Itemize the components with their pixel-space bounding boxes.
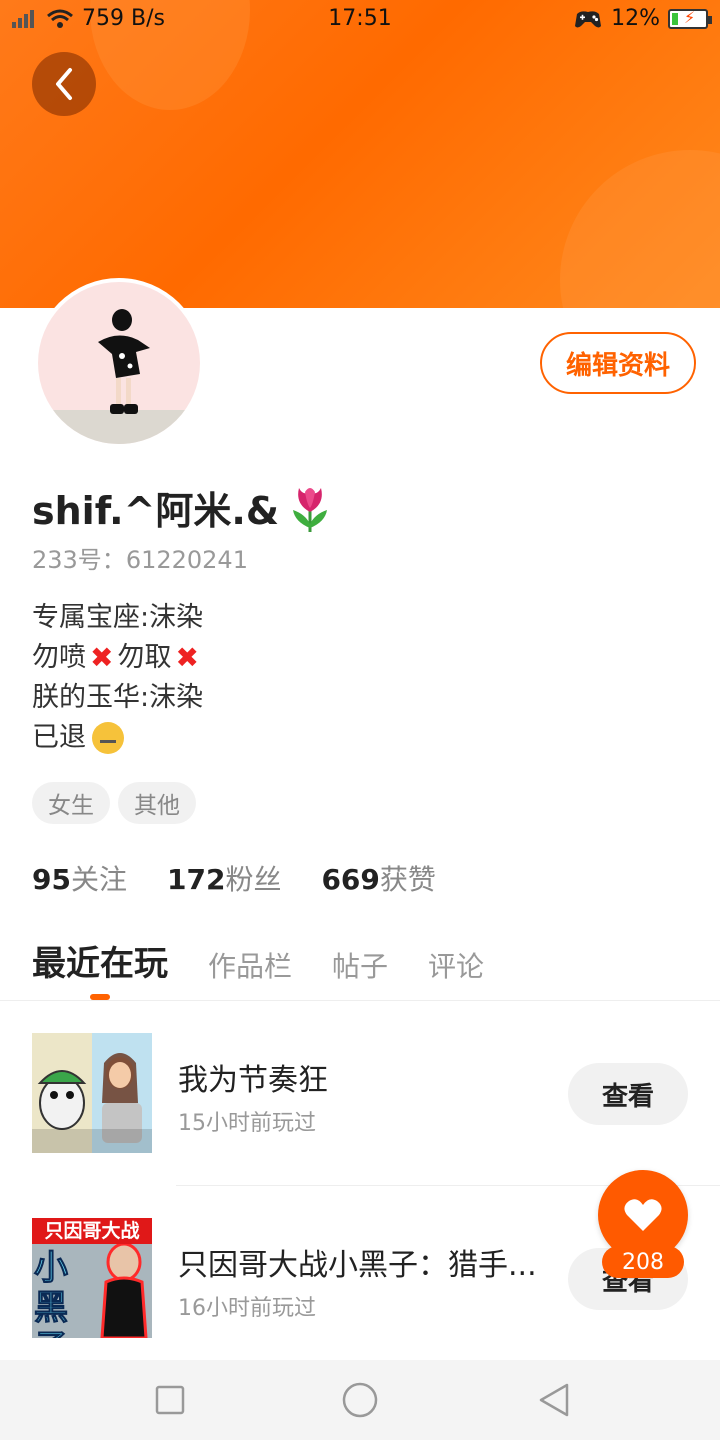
profile-banner	[0, 0, 720, 308]
gamepad-icon	[575, 10, 602, 28]
bio-text: 勿取	[117, 642, 172, 673]
view-button[interactable]: 查看	[568, 1063, 688, 1125]
status-bar: 759 B/s 17:51 12% ⚡	[0, 0, 720, 40]
avatar-figure	[98, 309, 150, 414]
bio-text: 朕的玉华:沫染	[32, 682, 204, 713]
banner-decoration	[560, 150, 720, 308]
bio-line: 已退	[32, 718, 203, 758]
divider	[0, 1000, 720, 1001]
profile-name-row: shif.^阿米.&	[32, 480, 335, 535]
user-id-row: 233号：61220241	[32, 540, 248, 575]
stat-label: 粉丝	[225, 863, 282, 896]
thumbnail-caption: 只因哥大战	[32, 1218, 152, 1244]
recent-apps-button[interactable]	[150, 1380, 190, 1420]
zipper-mouth-face-icon	[92, 722, 124, 754]
profile-name: shif.^阿米.&	[32, 489, 280, 533]
list-item[interactable]: 我为节奏狂 15小时前玩过 查看	[32, 1033, 688, 1153]
bio-line: 勿喷 ✖ 勿取 ✖	[32, 638, 203, 678]
nav-back-button[interactable]	[534, 1380, 574, 1420]
tab-posts[interactable]: 帖子	[332, 945, 388, 985]
square-icon	[155, 1385, 185, 1415]
bio-text: 勿喷	[32, 642, 86, 673]
game-title: 只因哥大战小黑子：猎手...	[178, 1248, 537, 1283]
game-thumbnail	[32, 1033, 152, 1153]
edit-profile-button[interactable]: 编辑资料	[540, 332, 696, 394]
tulip-icon	[293, 487, 328, 532]
stat-following[interactable]: 95关注	[32, 858, 127, 898]
stat-label: 获赞	[379, 863, 436, 896]
profile-tags: 女生 其他	[32, 782, 196, 824]
game-title: 我为节奏狂	[178, 1063, 328, 1098]
user-id: 61220241	[125, 546, 248, 574]
avatar[interactable]	[34, 278, 204, 448]
game-thumbnail: 只因哥大战 小黑子	[32, 1218, 152, 1338]
circle-icon	[342, 1382, 378, 1418]
game-last-played: 15小时前玩过	[178, 1111, 316, 1136]
bio-text: 已退	[32, 722, 86, 753]
heart-icon	[624, 1199, 662, 1231]
cross-mark-icon: ✖	[175, 641, 199, 674]
bio-line: 朕的玉华:沫染	[32, 678, 203, 718]
stat-number: 172	[166, 863, 226, 896]
profile-tabs: 最近在玩 作品栏 帖子 评论	[32, 936, 484, 985]
battery-icon: ⚡	[668, 8, 712, 29]
avatar-image	[38, 282, 200, 444]
stat-followers[interactable]: 172粉丝	[167, 858, 281, 898]
stat-likes[interactable]: 669获赞	[321, 858, 435, 898]
back-button[interactable]	[32, 52, 96, 116]
profile-stats: 95关注 172粉丝 669获赞	[32, 858, 436, 898]
tag-other: 其他	[118, 782, 196, 824]
user-id-label: 233号：	[32, 546, 126, 574]
like-count: 208	[602, 1246, 684, 1278]
home-button[interactable]	[340, 1380, 380, 1420]
stat-number: 95	[32, 863, 71, 896]
bio-line: 专属宝座:沫染	[32, 598, 203, 638]
stat-number: 669	[321, 863, 380, 896]
tag-gender: 女生	[32, 782, 110, 824]
list-item[interactable]: 只因哥大战 小黑子 只因哥大战小黑子：猎手... 16小时前玩过 查看	[32, 1218, 688, 1338]
game-last-played: 16小时前玩过	[178, 1296, 316, 1321]
thumbnail-caption: 小黑子	[34, 1248, 69, 1339]
stat-label: 关注	[70, 863, 127, 896]
tab-recently-played[interactable]: 最近在玩	[32, 936, 168, 985]
system-nav-bar	[0, 1360, 720, 1440]
chevron-left-icon	[56, 68, 72, 100]
battery-percent: 12%	[611, 6, 660, 31]
bio-text: 专属宝座:沫染	[32, 602, 204, 633]
triangle-back-icon	[539, 1383, 569, 1417]
tab-comments[interactable]: 评论	[428, 945, 484, 985]
profile-bio: 专属宝座:沫染 勿喷 ✖ 勿取 ✖ 朕的玉华:沫染 已退	[32, 598, 203, 758]
tab-works[interactable]: 作品栏	[208, 945, 292, 985]
cross-mark-icon: ✖	[90, 641, 114, 674]
status-right: 12% ⚡	[573, 6, 712, 31]
